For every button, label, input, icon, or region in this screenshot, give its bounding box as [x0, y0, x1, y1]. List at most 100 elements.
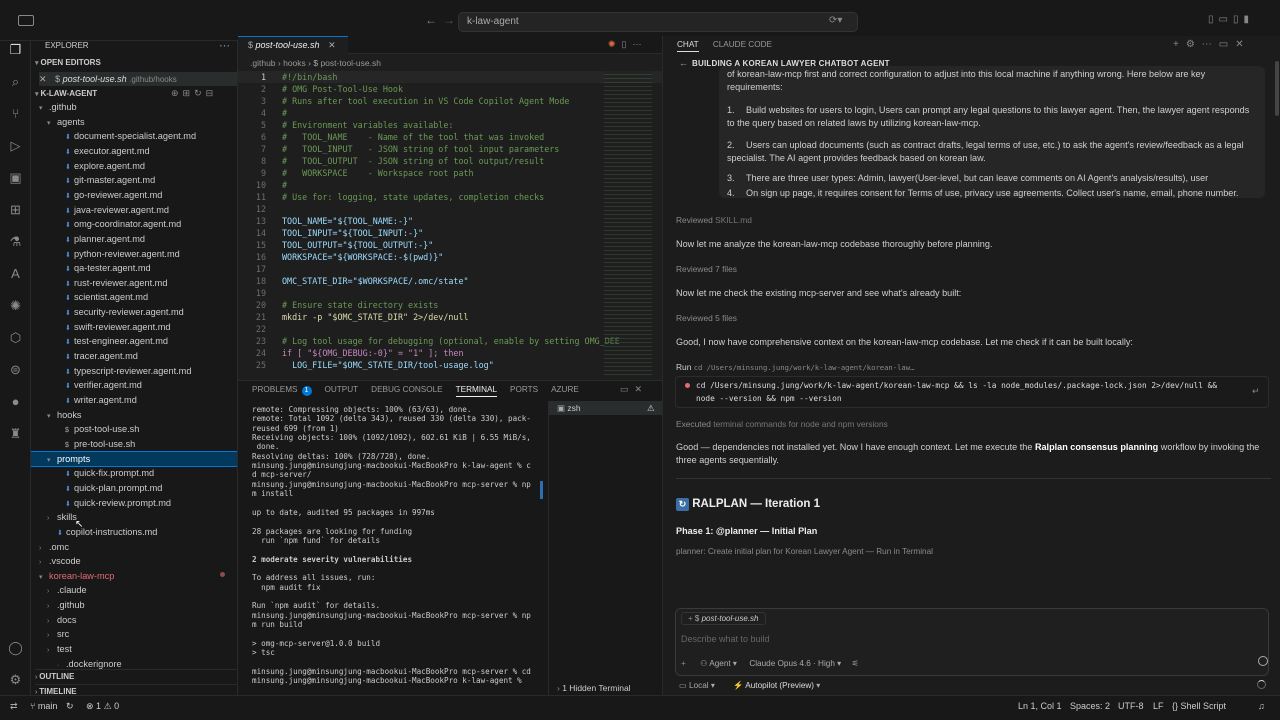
folder-item[interactable]: › src: [31, 627, 237, 642]
file-item[interactable]: ⬇ rust-reviewer.agent.md: [31, 276, 237, 291]
code-line[interactable]: 10 #: [238, 179, 662, 191]
folder-item[interactable]: ▾ .github: [31, 100, 237, 115]
code-line[interactable]: 23 # Log tool usage for debugging (option…: [238, 335, 662, 347]
indentation[interactable]: Spaces: 2: [1070, 701, 1110, 711]
breadcrumb-hooks[interactable]: hooks: [283, 58, 306, 68]
branch-indicator[interactable]: ⑂ main: [30, 701, 57, 711]
encoding[interactable]: UTF-8: [1118, 701, 1144, 711]
close-icon[interactable]: ✕: [39, 74, 47, 84]
code-line[interactable]: 5 # Environment variables available:: [238, 119, 662, 131]
code-line[interactable]: 12: [238, 203, 662, 215]
add-context-icon[interactable]: +: [688, 614, 695, 623]
code-line[interactable]: 25 LOG_FILE="$OMC_STATE_DIR/tool-usage.l…: [238, 359, 662, 371]
run-debug-icon[interactable]: ▷: [7, 137, 24, 154]
folder-item[interactable]: ▾ korean-law-mcp: [31, 569, 237, 584]
reviewed-5-files[interactable]: Reviewed 5 files: [676, 312, 737, 325]
panel-tab-ports[interactable]: PORTS: [510, 385, 538, 394]
file-item[interactable]: ⬇ java-reviewer.agent.md: [31, 203, 237, 218]
panel-tab-azure[interactable]: AZURE: [551, 385, 579, 394]
extension-robot-icon[interactable]: ♜: [7, 425, 24, 442]
file-item[interactable]: $ post-tool-use.sh: [31, 422, 237, 437]
tab-close-icon[interactable]: ✕: [328, 40, 336, 50]
file-item[interactable]: ⬇ verifier.agent.md: [31, 378, 237, 393]
cursor-position[interactable]: Ln 1, Col 1: [1018, 701, 1062, 711]
code-line[interactable]: 2 # OMG Post-Tool-Use Hook: [238, 83, 662, 95]
breadcrumb-file[interactable]: post-tool-use.sh: [320, 58, 380, 68]
search-icon[interactable]: ⌕: [7, 73, 24, 90]
folder-item[interactable]: › skills: [31, 510, 237, 525]
notifications-bell-icon[interactable]: ♫: [1258, 701, 1265, 711]
editor-actions-icons[interactable]: ✺▯⋯: [608, 39, 648, 50]
problems-indicator[interactable]: ⊗ 1 ⚠ 0: [86, 701, 119, 712]
file-item[interactable]: ⬇ omg-coordinator.agent.md: [31, 217, 237, 232]
agent-mode-picker[interactable]: ⚇ Agent ▾: [700, 659, 737, 668]
attach-icon[interactable]: +: [681, 659, 686, 668]
context-file-chip[interactable]: + $ post-tool-use.sh: [681, 612, 766, 625]
file-item[interactable]: ⬇ qa-tester.agent.md: [31, 261, 237, 276]
run-command-header[interactable]: Run cd /Users/minsung.jung/work/k-law-ag…: [676, 361, 914, 374]
settings-gear-icon[interactable]: ⚙: [7, 671, 24, 688]
file-item[interactable]: ⬇ executor.agent.md: [31, 144, 237, 159]
panel-tab-terminal[interactable]: TERMINAL: [455, 385, 498, 397]
chat-prompt-input[interactable]: Describe what to build: [681, 634, 1261, 644]
file-item[interactable]: ⬇ tracer.agent.md: [31, 349, 237, 364]
folder-item[interactable]: › .vscode: [31, 554, 237, 569]
file-item[interactable]: ⬇ python-reviewer.agent.md: [31, 247, 237, 262]
code-line[interactable]: 11 # Use for: logging, state updates, com…: [238, 191, 662, 203]
explorer-actions-icons[interactable]: ⊕⊞↻⊟: [171, 88, 217, 99]
folder-item[interactable]: › .omc: [31, 540, 237, 555]
language-mode[interactable]: {} Shell Script: [1172, 701, 1226, 711]
folder-item[interactable]: ▾ prompts: [31, 450, 237, 468]
code-line[interactable]: 8 # TOOL_OUTPUT - JSON string of tool out…: [238, 155, 662, 167]
explorer-more-icon[interactable]: ⋯: [219, 41, 230, 52]
file-item[interactable]: ⬇ security-reviewer.agent.md: [31, 305, 237, 320]
file-item[interactable]: ⬇ planner.agent.md: [31, 232, 237, 247]
chat-scrollbar[interactable]: [1275, 61, 1279, 116]
file-item[interactable]: ⬇ git-master.agent.md: [31, 173, 237, 188]
tab-claude-code[interactable]: CLAUDE CODE: [713, 40, 772, 49]
azure-icon[interactable]: A: [7, 265, 24, 282]
chat-back-icon[interactable]: ←: [679, 58, 688, 68]
folder-item[interactable]: ▾ agents: [31, 115, 237, 130]
code-line[interactable]: 7 # TOOL_INPUT - JSON string of tool inpu…: [238, 143, 662, 155]
file-item[interactable]: ⬇ quick-review.prompt.md: [31, 496, 237, 511]
folder-item[interactable]: › test: [31, 642, 237, 657]
minimap[interactable]: [604, 71, 652, 376]
code-line[interactable]: 19: [238, 287, 662, 299]
terminal-scrollbar[interactable]: [540, 481, 543, 499]
local-picker[interactable]: ▭ Local ▾: [679, 681, 715, 690]
sync-icon[interactable]: ↻: [66, 701, 74, 712]
file-item[interactable]: ⬇ copilot-instructions.md: [31, 525, 237, 540]
remote-indicator-icon[interactable]: ⇄: [10, 701, 18, 712]
source-control-icon[interactable]: ⑂: [7, 105, 24, 122]
folder-item[interactable]: › docs: [31, 613, 237, 628]
terminal-zsh-item[interactable]: ▣ zsh ⚠: [549, 401, 663, 415]
file-item[interactable]: ⬇ explore.agent.md: [31, 159, 237, 174]
code-line[interactable]: 3 # Runs after tool execution in VS Code …: [238, 95, 662, 107]
file-item[interactable]: ⬇ swift-reviewer.agent.md: [31, 320, 237, 335]
executed-note[interactable]: Executed terminal commands for node and …: [676, 418, 888, 431]
panel-tab-output[interactable]: OUTPUT: [325, 385, 359, 394]
line-endings[interactable]: LF: [1153, 701, 1164, 711]
folder-item[interactable]: ▾ hooks: [31, 408, 237, 423]
code-line[interactable]: 18 OMC_STATE_DIR="$WORKSPACE/.omc/state": [238, 275, 662, 287]
file-item[interactable]: ⬇ writer.agent.md: [31, 393, 237, 408]
code-line[interactable]: 1 #!/bin/bash: [238, 71, 662, 83]
code-line[interactable]: 15 TOOL_OUTPUT="${TOOL_OUTPUT:-}": [238, 239, 662, 251]
back-arrow-icon[interactable]: ←: [425, 13, 437, 27]
code-line[interactable]: 14 TOOL_INPUT="${TOOL_INPUT:-}": [238, 227, 662, 239]
file-item[interactable]: ⬇ test-engineer.agent.md: [31, 334, 237, 349]
account-icon[interactable]: ◯: [7, 639, 24, 656]
terminal-output[interactable]: remote: Compressing objects: 100% (63/63…: [238, 405, 543, 695]
autopilot-picker[interactable]: ⚡ Autopilot (Preview) ▾: [733, 681, 820, 690]
code-line[interactable]: 6 # TOOL_NAME - Name of the tool that was…: [238, 131, 662, 143]
code-line[interactable]: 24 if [ "${OMG_DEBUG:-0}" = "1" ]; then: [238, 347, 662, 359]
panel-tab-debug-console[interactable]: DEBUG CONSOLE: [371, 385, 442, 394]
reviewed-7-files[interactable]: Reviewed 7 files: [676, 263, 737, 276]
file-item[interactable]: ⬇ document-specialist.agent.md: [31, 129, 237, 144]
code-line[interactable]: 21 mkdir -p "$OMC_STATE_DIR" 2>/dev/null: [238, 311, 662, 323]
copilot-agent-icon[interactable]: ✺: [7, 297, 24, 314]
code-line[interactable]: 16 WORKSPACE="${WORKSPACE:-$(pwd)}": [238, 251, 662, 263]
folder-item[interactable]: › .claude: [31, 583, 237, 598]
explorer-icon[interactable]: ❐: [7, 41, 24, 58]
